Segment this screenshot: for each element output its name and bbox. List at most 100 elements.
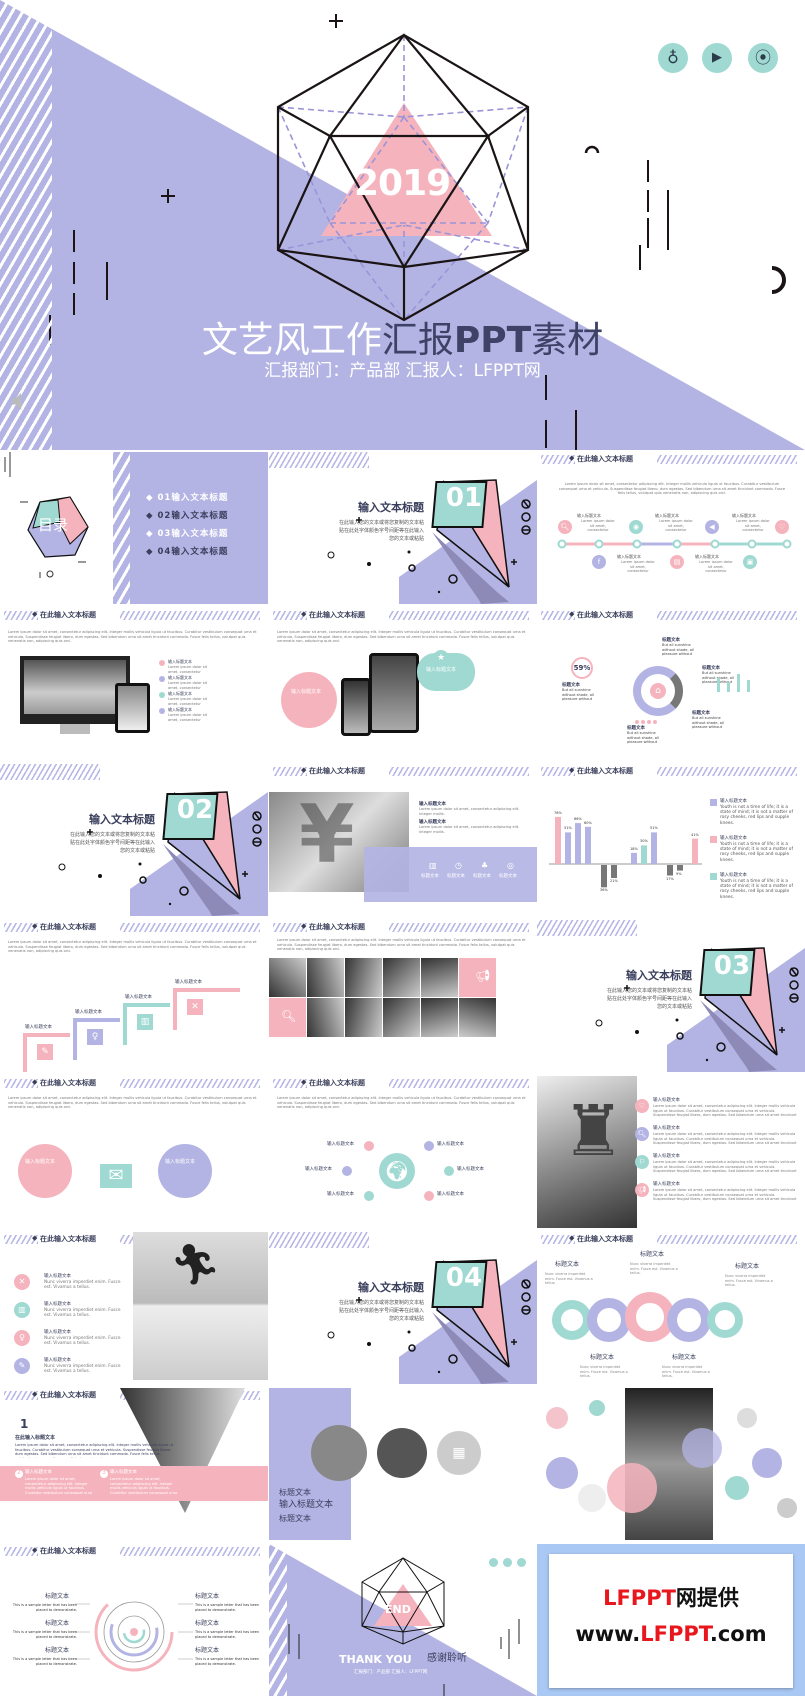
slide-thumbnail[interactable]: ◆ 在此输入文本标题 Lorem ipsum dolor sit amet, con… [0, 608, 268, 760]
title-part: 文艺风工作 [201, 320, 382, 361]
section-number: 04 [445, 1263, 483, 1293]
step-number: 2 [17, 1469, 21, 1476]
decor-bubble [725, 1476, 749, 1500]
slide-thumbnail[interactable]: ◆ 在此输入文本标题 76% 51% 66% 60% 36% 21% 18% 30% 51% 17% 9… [537, 764, 805, 916]
section-body: 在此输入您的文本或将您复制的文本粘贴在此处字体颜色字号间距等在此输入您的文本或粘… [607, 988, 693, 1010]
timeline-icon: ◉ [629, 520, 643, 534]
slide-thumbnail[interactable]: 04 输入文本标题 在此输入您的文本或将您复制的文本粘贴在此处字体颜色字号间距等在此… [269, 1232, 537, 1384]
slide-thumbnail[interactable]: 01 输入文本标题 在此输入您的文本或将您复制的文本粘贴在此处字体颜色字号间距等在此… [269, 452, 537, 604]
photo-tile [307, 958, 344, 997]
item-title: 输入标题文本 [653, 1098, 680, 1103]
slide-header-title: 在此输入文本标题 [40, 1235, 96, 1243]
bar-label: 76% [554, 810, 562, 815]
diamond-icon: ◆ [301, 766, 307, 774]
slide-thumbnail[interactable]: ◆ 在此输入文本标题 59% ⌂ 标题文本 But all sunshine withou… [537, 608, 805, 760]
item-title: 输入标题文本 [44, 1358, 71, 1363]
item-text: Nunc viverra imperdiet enim. Fusce est. … [44, 1280, 121, 1291]
pink-bubble [281, 672, 337, 728]
lorem-text: Lorem ipsum dolor sit amet, consectetur … [653, 1188, 797, 1202]
slide-thumbnail[interactable]: ◆ 在此输入文本标题 🔍︎ ▥ ✕ ♀ 🔍︎ 标题文本 Nunc viverra imperdi… [537, 1232, 805, 1384]
timeline-label: 输入标题文本 [695, 554, 719, 559]
ring-text: Nunc viverra imperdiet enim. Fusce est. … [580, 1365, 628, 1378]
slide-thumbnail[interactable]: ◆ 在此输入文本标题 Lorem ipsum dolor sit amet, con… [269, 920, 537, 1072]
item-title: 输入标题文本 [720, 873, 747, 878]
slide-thumbnail[interactable]: 目录 ◆ 01输入文本标题 ◆ 02输入文本标题 ◆ 03输入文本标题 ◆ 04输入文本… [0, 452, 268, 604]
location-pin-icon[interactable]: ⦿ [748, 43, 778, 73]
ring-text: This is a sample letter that has been pl… [195, 1603, 260, 1612]
step-icon: ▥ [137, 1014, 153, 1030]
bar-label: 51% [650, 826, 658, 831]
toc-item[interactable]: ◆ 03输入文本标题 [146, 529, 228, 540]
slide-thumbnail[interactable]: 03 输入文本标题 在此输入您的文本或将您复制的文本粘贴在此处字体颜色字号间距等在此… [537, 920, 805, 1072]
slide-thumbnail[interactable]: ◆ 在此输入文本标题 Lorem ipsum dolor sit amet, con… [269, 608, 537, 760]
photo-tile [459, 998, 496, 1037]
slide-thumbnail[interactable]: ◆ 在此输入文本标题 Lorem ipsum dolor sit amet, con… [0, 1076, 268, 1228]
credit-url-text: www. [575, 1622, 641, 1646]
lorem-text: Lorem ipsum dolor sit amet, consectetur … [699, 560, 733, 574]
slide-thumbnail[interactable]: ♜ ♡ 输入标题文本 Lorem ipsum dolor sit amet, cons… [537, 1076, 805, 1228]
lorem-text: Lorem ipsum dolor sit amet, consectetur … [419, 825, 520, 834]
photo-tile [383, 998, 420, 1037]
bar-label: 17% [666, 876, 674, 881]
list-dot [159, 692, 165, 698]
item-icon: 📢︎ [635, 1183, 649, 1197]
bar [611, 865, 617, 879]
slide-thumbnail[interactable]: ▦ 标题文本 输入标题文本 标题文本 [269, 1388, 537, 1540]
speaker-icon[interactable]: 🔈︎ [12, 383, 46, 418]
item-text: Nunc viverra imperdiet enim. Fusce est. … [44, 1364, 121, 1375]
toc-item[interactable]: ◆ 04输入文本标题 [146, 547, 228, 558]
ring-label: 标题文本 [45, 1620, 70, 1627]
item-icon: ⚐ [635, 1155, 649, 1169]
step-icon: ✕ [187, 999, 203, 1015]
ring-inner: ✕ [636, 1303, 664, 1331]
item-icon: ✕ [14, 1274, 30, 1290]
ring-text: This is a sample letter that has been pl… [12, 1657, 77, 1666]
concentric-rings [0, 1544, 268, 1696]
credit-text: LFPPT [603, 1586, 676, 1610]
end-label: END [385, 1603, 411, 1616]
lorem-text: Lorem ipsum dolor sit amet, consectetur … [168, 697, 208, 706]
lorem-text: Lorem ipsum dolor sit amet, consectetur … [653, 1160, 797, 1174]
mini-bars [537, 608, 805, 760]
toc-item[interactable]: ◆ 02输入文本标题 [146, 511, 228, 522]
slide-thumbnail[interactable]: ◆ 在此输入文本标题 Lorem ipsum dolor sit amet, con… [269, 1076, 537, 1228]
ring-label: 标题文本 [590, 1354, 615, 1361]
step-label: 输入标题文本 [25, 1025, 52, 1030]
runner-glyph: 🏃︎ [170, 1242, 221, 1288]
diamond-icon: ◆ [301, 610, 307, 618]
lorem-text: Lorem ipsum dolor sit amet, consectetur … [15, 1443, 174, 1458]
bar-label: 36% [600, 888, 608, 893]
bar-label: 66% [574, 817, 582, 822]
ring-text: This is a sample letter that has been pl… [195, 1657, 260, 1666]
slide-thumbnail[interactable]: ◆ 在此输入文本标题 ✕ 输入标题文本 Nunc viverra imperdiet e… [0, 1232, 268, 1384]
play-icon[interactable]: ▶ [702, 43, 732, 73]
slide-thumbnail[interactable]: ◆ 在此输入文本标题 Lorem ipsum dolor sit amet, con… [0, 920, 268, 1072]
slide-thumbnail[interactable]: ◆ 在此输入文本标题 ¥ 输入标题文本 Lorem ipsum dolor sit am… [269, 764, 537, 916]
item-title: 输入标题文本 [720, 836, 747, 841]
bar [565, 832, 571, 864]
list-item-title: 输入标题文本 [168, 675, 192, 680]
slide-thumbnail[interactable]: 02 输入文本标题 在此输入您的文本或将您复制的文本粘贴在此处字体颜色字号间距等在此… [0, 764, 268, 916]
ring-label: 标题文本 [672, 1354, 697, 1361]
slide-thumbnail[interactable]: ◆ 在此输入文本标题 标题文本 This is a sample letter tha… [0, 1544, 268, 1696]
slide-thumbnail[interactable]: ◆ 在此输入文本标题 Lorem ipsum dolor sit amet, con… [537, 452, 805, 604]
slide-thumbnail[interactable] [537, 1388, 805, 1540]
list-dot [159, 708, 165, 714]
section-number: 03 [713, 951, 751, 981]
bar [575, 823, 581, 864]
lorem-text: Lorem ipsum dolor sit amet, consectetur … [653, 1132, 797, 1146]
feature-label: 输入标题文本 [305, 1167, 332, 1172]
step-heading: 在此输入标题文本 [15, 1435, 56, 1441]
credit-line-2[interactable]: www.LFPPT.com [549, 1622, 793, 1646]
slide-thumbnail[interactable]: ◆ 在此输入文本标题 1 在此输入标题文本 Lorem ipsum dolor sit … [0, 1388, 268, 1540]
slide-thumbnail[interactable]: END THANK YOU 感谢聆听 汇报部门：产品部 汇报人：LFPPT网 [269, 1544, 537, 1696]
toc-item[interactable]: ◆ 01输入文本标题 [146, 493, 228, 504]
lightbulb-icon[interactable]: ♁ [658, 43, 688, 73]
bar-label: 21% [610, 879, 618, 884]
subtitle: 汇报部门：产品部 汇报人：LFPPT网 [264, 361, 541, 381]
slide-thumbnail[interactable]: LFPPT网提供 www.LFPPT.com [537, 1544, 805, 1696]
band-icon: ◎ [507, 861, 514, 870]
photo-tile [269, 958, 306, 997]
ring-inner: 🔍︎ [715, 1310, 735, 1330]
ring-inner: ♀ [676, 1307, 702, 1333]
